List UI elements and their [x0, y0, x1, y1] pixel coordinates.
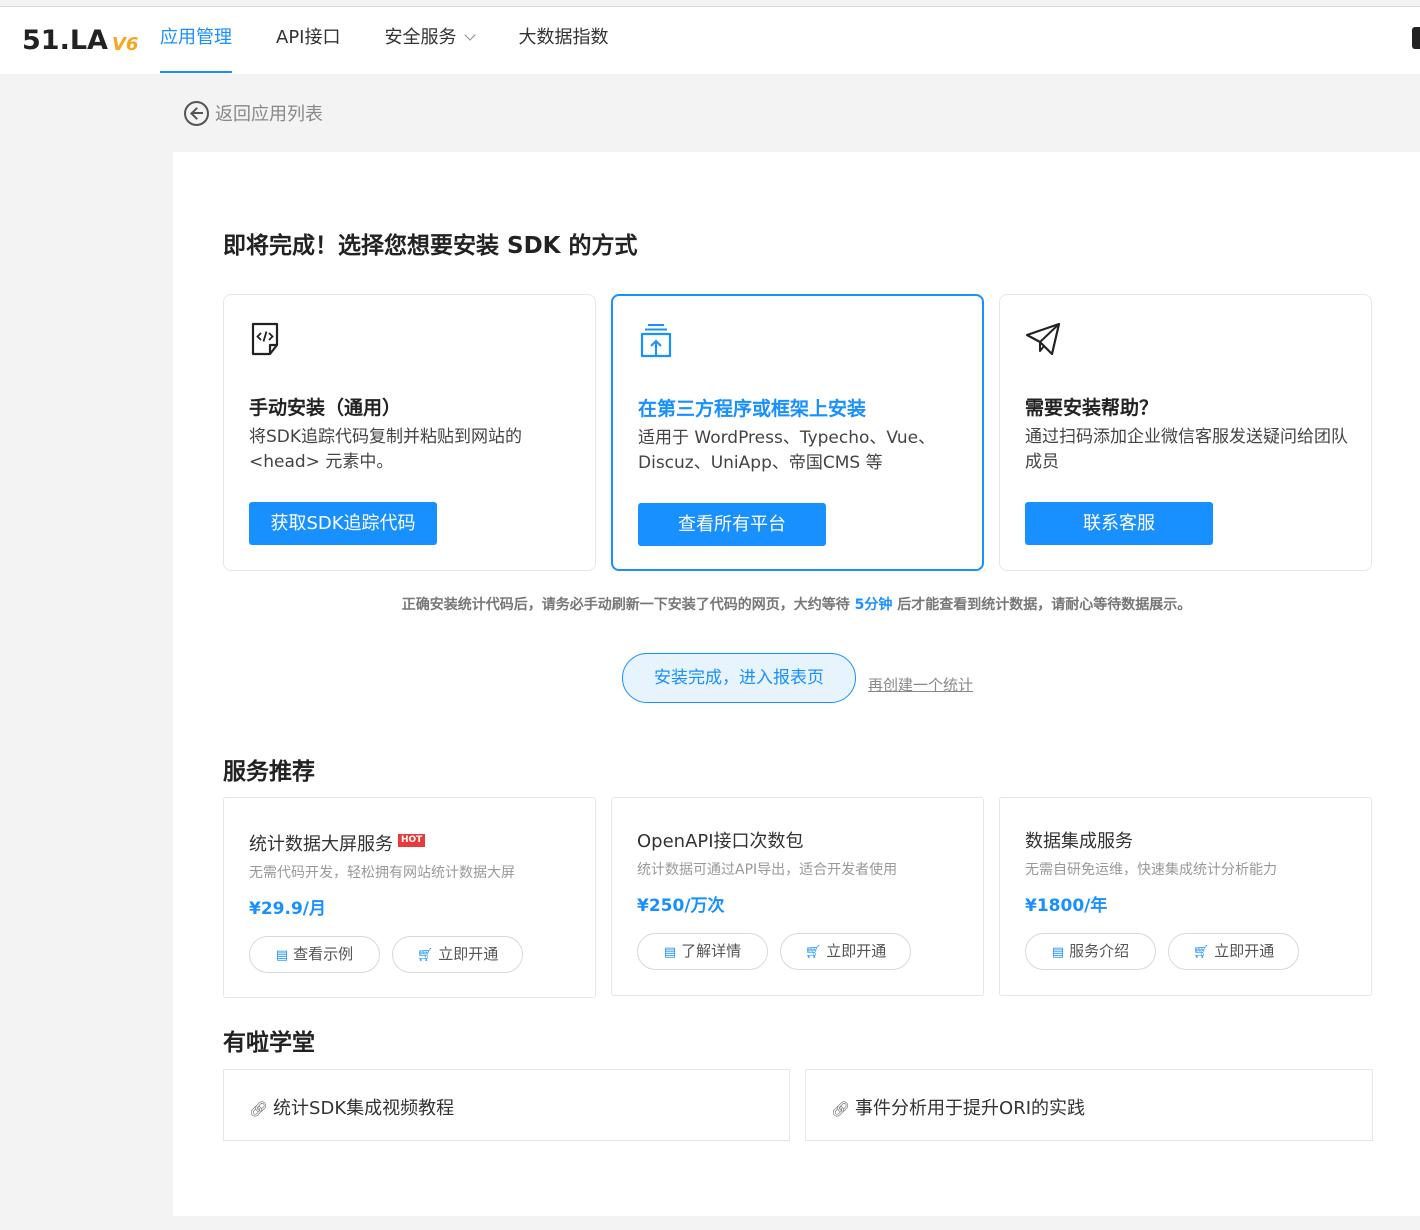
get-sdk-code-button[interactable]: 获取SDK追踪代码: [249, 502, 437, 545]
code-file-icon: [251, 322, 279, 356]
service-name: 数据集成服务: [1025, 827, 1133, 853]
services-section-title: 服务推荐: [223, 759, 315, 785]
hot-badge: HOT: [398, 834, 426, 847]
view-example-button[interactable]: ▤ 查看示例: [249, 936, 380, 973]
service-card-big-screen: 统计数据大屏服务 HOT 无需代码开发，轻松拥有网站统计数据大屏 ¥29.9/月 …: [223, 797, 596, 998]
option-desc: 通过扫码添加企业微信客服发送疑问给团队成员: [1025, 427, 1348, 472]
activate-now-button[interactable]: 🛒︎ 立即开通: [392, 936, 523, 973]
option-title: 在第三方程序或框架上安装: [638, 398, 867, 420]
back-to-app-list-link[interactable]: 返回应用列表: [184, 100, 323, 126]
activate-now-button[interactable]: 🛒︎ 立即开通: [780, 933, 911, 970]
service-card-data-integration: 数据集成服务 无需自研免运维，快速集成统计分析能力 ¥1800/年 ▤ 服务介绍 …: [999, 797, 1372, 996]
cart-icon: 🛒︎: [416, 948, 434, 963]
learn-more-button[interactable]: ▤ 了解详情: [637, 933, 768, 970]
button-label: 立即开通: [826, 942, 887, 960]
academy-link-card: 🔗︎ 事件分析用于提升ORI的实践: [805, 1069, 1373, 1141]
nav-item-security-services[interactable]: 安全服务: [384, 7, 477, 75]
logo-text: 51.LA: [22, 25, 108, 56]
install-notice: 正确安装统计代码后，请务必手动刷新一下安装了代码的网页，大约等待 5分钟 后才能…: [173, 594, 1420, 614]
notice-text-after: 后才能查看到统计数据，请耐心等待数据展示。: [897, 597, 1192, 613]
page-title: 即将完成！选择您想要安装 SDK 的方式: [223, 233, 638, 259]
user-menu-icon[interactable]: [1412, 27, 1420, 49]
cart-icon: 🛒︎: [1192, 945, 1210, 960]
academy-section-title: 有啦学堂: [223, 1030, 315, 1056]
link-icon: 🔗︎: [831, 1100, 851, 1118]
page-bottom-strip: [0, 1216, 1420, 1230]
install-done-button[interactable]: 安装完成，进入报表页: [622, 653, 856, 703]
button-label: 立即开通: [438, 945, 499, 963]
nav-item-app-management[interactable]: 应用管理: [160, 7, 232, 75]
create-another-link[interactable]: 再创建一个统计: [868, 674, 973, 695]
service-name-text: OpenAPI接口次数包: [637, 831, 804, 852]
install-option-third-party[interactable]: 在第三方程序或框架上安装 适用于 WordPress、Typecho、Vue、D…: [611, 294, 984, 571]
option-desc: 将SDK追踪代码复制并粘贴到网站的 <head> 元素中。: [249, 427, 523, 472]
service-price: ¥29.9/月: [249, 899, 326, 919]
academy-link-label: 事件分析用于提升ORI的实践: [855, 1098, 1086, 1119]
academy-link-card: 🔗︎ 统计SDK集成视频教程: [223, 1069, 790, 1141]
logo-version: V6: [111, 34, 139, 55]
nav-item-api[interactable]: API接口: [276, 7, 340, 75]
button-label: 查看示例: [293, 945, 354, 963]
install-option-help[interactable]: 需要安装帮助？ 通过扫码添加企业微信客服发送疑问给团队成员 联系客服: [999, 294, 1372, 571]
nav-item-big-data-index[interactable]: 大数据指数: [518, 7, 608, 75]
service-price: ¥1800/年: [1025, 896, 1108, 916]
top-nav-bar: 51.LA V6 应用管理 API接口 安全服务 大数据指数: [0, 6, 1420, 74]
button-label: 服务介绍: [1069, 942, 1130, 960]
arrow-left-circle-icon: [184, 100, 209, 126]
logo[interactable]: 51.LA V6: [22, 27, 138, 55]
academy-link-sdk-video[interactable]: 🔗︎ 统计SDK集成视频教程: [249, 1094, 454, 1120]
service-card-openapi: OpenAPI接口次数包 统计数据可通过API导出，适合开发者使用 ¥250/万…: [611, 797, 984, 996]
academy-link-label: 统计SDK集成视频教程: [273, 1098, 455, 1119]
button-label: 立即开通: [1214, 942, 1275, 960]
back-label: 返回应用列表: [215, 104, 323, 125]
upload-stack-icon: [640, 324, 672, 358]
service-desc: 无需自研免运维，快速集成统计分析能力: [1025, 862, 1277, 878]
service-name-text: 数据集成服务: [1025, 831, 1133, 852]
academy-link-event-analysis[interactable]: 🔗︎ 事件分析用于提升ORI的实践: [831, 1094, 1085, 1120]
install-option-manual[interactable]: 手动安装（通用） 将SDK追踪代码复制并粘贴到网站的 <head> 元素中。 获…: [223, 294, 596, 571]
cart-icon: 🛒︎: [804, 945, 822, 960]
service-name-text: 统计数据大屏服务: [249, 834, 393, 855]
activate-now-button[interactable]: 🛒︎ 立即开通: [1168, 933, 1299, 970]
service-name: OpenAPI接口次数包: [637, 827, 804, 853]
service-price: ¥250/万次: [637, 896, 725, 916]
document-icon: ▤: [1051, 945, 1065, 960]
service-desc: 无需代码开发，轻松拥有网站统计数据大屏: [249, 865, 515, 881]
main-panel: 即将完成！选择您想要安装 SDK 的方式 手动安装（通用） 将SDK追踪代码复制…: [173, 152, 1420, 1216]
document-icon: ▤: [663, 945, 677, 960]
service-intro-button[interactable]: ▤ 服务介绍: [1025, 933, 1156, 970]
view-all-platforms-button[interactable]: 查看所有平台: [638, 503, 826, 546]
nav-item-security-label: 安全服务: [384, 27, 457, 48]
option-title: 需要安装帮助？: [1025, 397, 1159, 419]
main-nav: 应用管理 API接口 安全服务 大数据指数: [160, 7, 652, 75]
link-icon: 🔗︎: [249, 1100, 269, 1118]
paper-plane-icon: [1025, 322, 1061, 356]
option-desc: 适用于 WordPress、Typecho、Vue、Discuz、UniApp、…: [638, 428, 936, 473]
option-title: 手动安装（通用）: [249, 397, 402, 419]
notice-highlight: 5分钟: [854, 597, 893, 613]
contact-support-button[interactable]: 联系客服: [1025, 502, 1213, 545]
service-name: 统计数据大屏服务 HOT: [249, 830, 426, 856]
document-icon: ▤: [275, 948, 289, 963]
chevron-down-icon: [464, 29, 477, 41]
notice-text-before: 正确安装统计代码后，请务必手动刷新一下安装了代码的网页，大约等待: [401, 597, 850, 613]
service-desc: 统计数据可通过API导出，适合开发者使用: [637, 862, 898, 878]
button-label: 了解详情: [681, 942, 742, 960]
